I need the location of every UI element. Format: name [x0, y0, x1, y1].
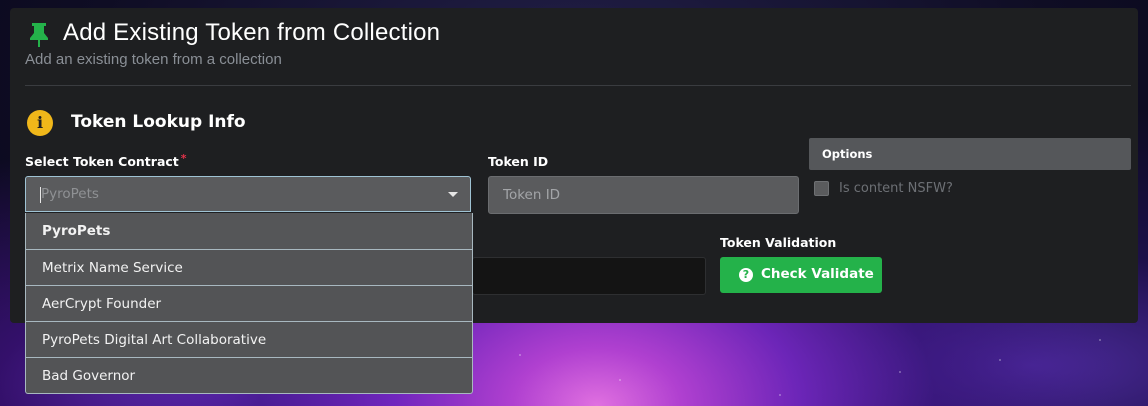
options-title: Options	[822, 147, 873, 161]
info-icon: i	[27, 110, 53, 136]
required-mark: *	[180, 152, 187, 165]
options-header: Options	[809, 138, 1131, 170]
token-contract-dropdown: PyroPets Metrix Name Service AerCrypt Fo…	[25, 213, 473, 394]
add-token-panel: Add Existing Token from Collection Add a…	[10, 8, 1138, 394]
question-circle-icon: ?	[739, 268, 753, 282]
collection-input[interactable]	[472, 257, 706, 295]
token-contract-select-value: PyroPets	[41, 186, 99, 202]
token-validation-label: Token Validation	[720, 235, 837, 250]
nsfw-label: Is content NSFW?	[839, 181, 953, 196]
dropdown-option-bad-governor[interactable]: Bad Governor	[25, 358, 473, 394]
page-title: Add Existing Token from Collection	[63, 19, 441, 46]
dropdown-option-pyropets[interactable]: PyroPets	[25, 213, 473, 250]
section-title: Token Lookup Info	[71, 112, 246, 132]
header-divider	[25, 85, 1131, 86]
dropdown-option-aercrypt-founder[interactable]: AerCrypt Founder	[25, 286, 473, 322]
page-subtitle: Add an existing token from a collection	[25, 51, 282, 68]
token-contract-select[interactable]: PyroPets	[25, 176, 471, 212]
dropdown-option-pyropets-digital-art[interactable]: PyroPets Digital Art Collaborative	[25, 322, 473, 358]
token-id-input[interactable]	[488, 176, 799, 214]
nsfw-checkbox[interactable]	[814, 181, 829, 196]
token-id-label: Token ID	[488, 154, 549, 169]
dropdown-option-metrix-name-service[interactable]: Metrix Name Service	[25, 250, 473, 286]
check-validate-label: Check Validate	[761, 266, 874, 282]
select-token-contract-label-text: Select Token Contract	[25, 154, 179, 169]
select-token-contract-label: Select Token Contract *	[25, 152, 187, 169]
check-validate-button[interactable]: ? Check Validate	[720, 257, 882, 293]
chevron-down-icon[interactable]	[448, 192, 458, 197]
pin-icon	[30, 23, 48, 47]
